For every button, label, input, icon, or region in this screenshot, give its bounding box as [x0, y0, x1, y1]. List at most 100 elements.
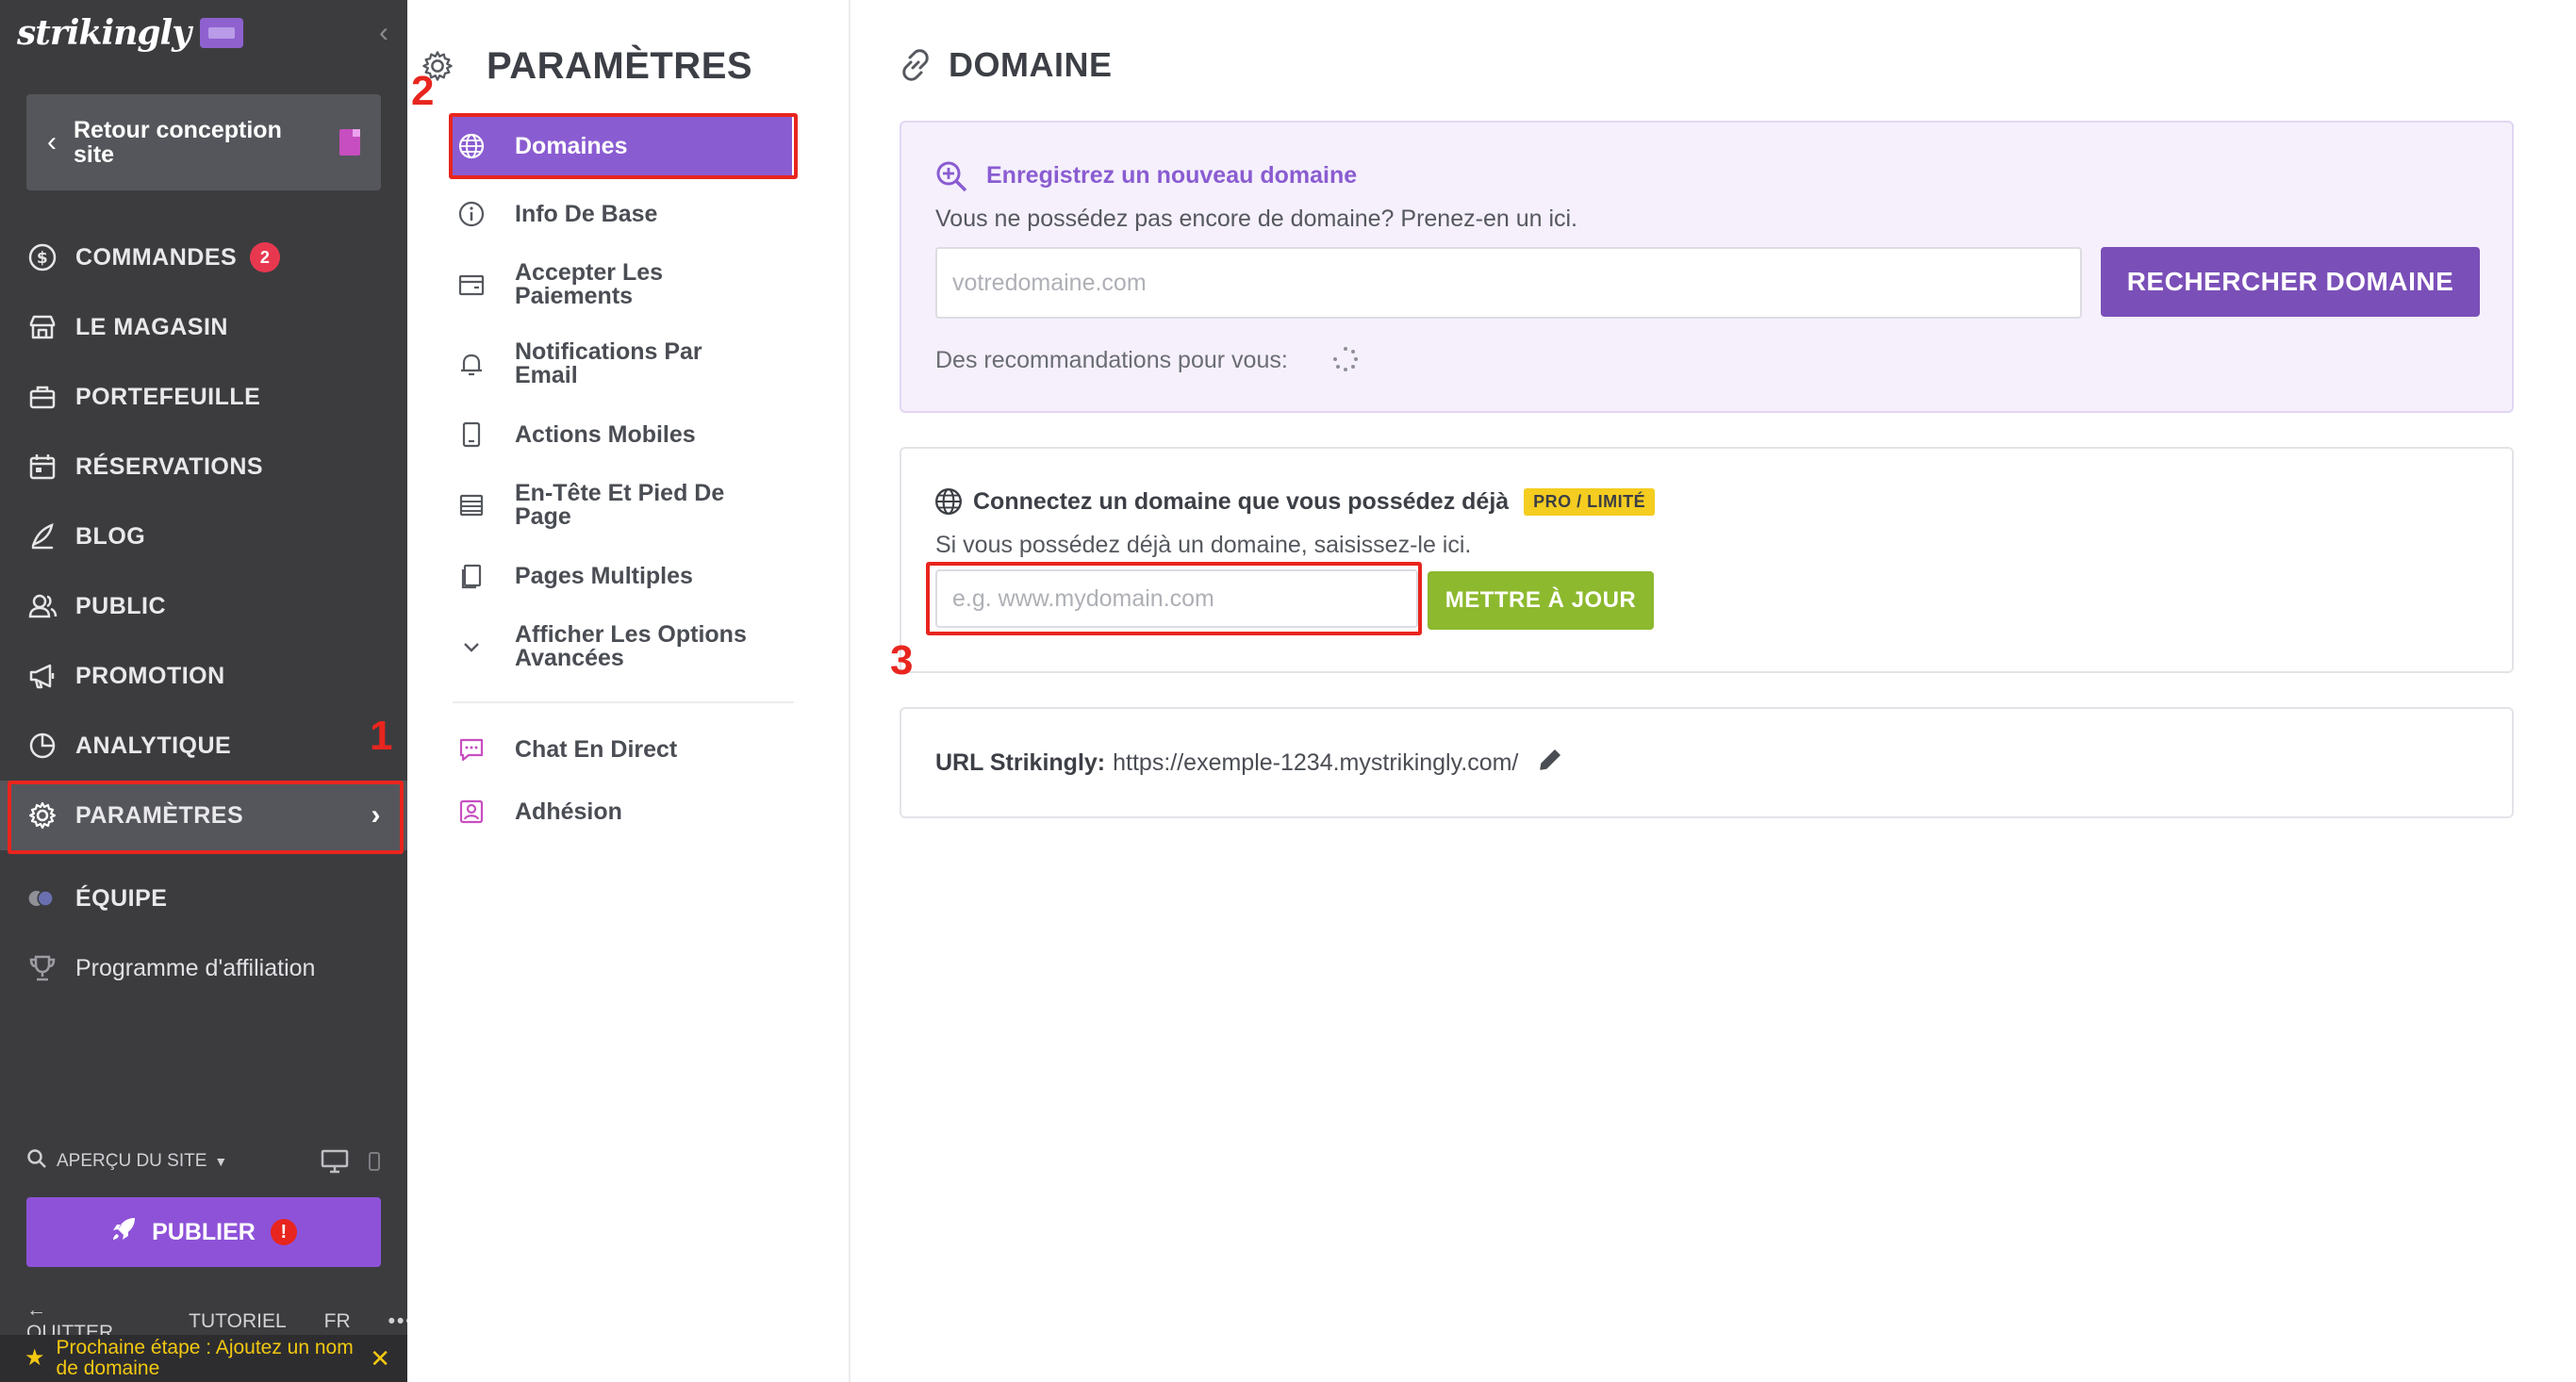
publish-label: PUBLIER: [152, 1218, 256, 1245]
sidebar-item-equipe[interactable]: ÉQUIPE: [0, 864, 407, 933]
subnav-item-label: Afficher Les Options Avancées: [515, 621, 747, 671]
strikingly-logo[interactable]: strikingly: [17, 13, 244, 53]
strikingly-url-row: URL Strikingly: https://exemple-1234.mys…: [935, 747, 1563, 780]
desktop-icon[interactable]: [321, 1149, 349, 1174]
trophy-icon: [26, 952, 58, 984]
layout-icon: [453, 491, 490, 519]
subnav-item-paiements[interactable]: Accepter Les Paiements: [453, 245, 792, 324]
connect-heading: Connectez un domaine que vous possédez d…: [973, 488, 1510, 515]
publish-button[interactable]: PUBLIER !: [26, 1197, 381, 1267]
connect-heading-row: Connectez un domaine que vous possédez d…: [973, 488, 1656, 516]
chevron-down-icon: [453, 633, 490, 661]
subnav-item-adhesion[interactable]: Adhésion: [453, 781, 792, 843]
tablet-icon: [453, 420, 490, 449]
subnav-item-label: Accepter Les Paiements: [515, 259, 664, 309]
sidebar-item-label: COMMANDES: [75, 243, 238, 271]
settings-subnav-list: Domaines Info De Base Accepter Les Paiem…: [453, 117, 794, 843]
pro-limited-badge: PRO / LIMITÉ: [1524, 488, 1656, 516]
register-heading: Enregistrez un nouveau domaine: [986, 162, 1358, 189]
caret-down-icon: ▼: [214, 1154, 228, 1169]
tutorial-link[interactable]: TUTORIEL: [189, 1310, 286, 1333]
subnav-item-label: Actions Mobiles: [515, 420, 696, 448]
collapse-sidebar-icon[interactable]: ‹: [379, 17, 388, 49]
subnav-item-label: Notifications Par Email: [515, 338, 702, 388]
close-icon[interactable]: ✕: [370, 1346, 390, 1371]
sidebar-item-portefeuille[interactable]: PORTEFEUILLE: [0, 362, 407, 432]
sidebar-item-blog[interactable]: BLOG: [0, 502, 407, 571]
device-toggle: [321, 1149, 381, 1174]
next-step-text: Prochaine étape : Ajoutez un nom de doma…: [56, 1337, 354, 1379]
annotation-callout-1: 1: [370, 713, 393, 759]
main-content: DOMAINE Enregistrez un nouveau domaine V…: [850, 0, 2576, 1382]
subnav-divider: [453, 701, 794, 703]
document-icon: [339, 129, 360, 156]
sidebar-item-label: RÉSERVATIONS: [75, 452, 264, 480]
url-value: https://exemple-1234.mystrikingly.com/: [1113, 749, 1519, 776]
connect-subtext: Si vous possédez déjà un domaine, saisis…: [935, 532, 1472, 558]
calendar-icon: [26, 451, 58, 483]
settings-subnav: PARAMÈTRES Domaines Info De Base Accepte…: [407, 0, 850, 1382]
megaphone-icon: [26, 660, 58, 692]
users-icon: [26, 590, 58, 622]
register-domain-card: Enregistrez un nouveau domaine Vous ne p…: [900, 121, 2514, 413]
logo-text: strikingly: [17, 13, 191, 53]
back-to-design-label: Retour conception site: [74, 117, 282, 168]
site-preview-dropdown[interactable]: APERÇU DU SITE: [57, 1151, 206, 1172]
search-plus-icon: [933, 158, 969, 199]
sidebar-item-magasin[interactable]: LE MAGASIN: [0, 292, 407, 362]
pen-icon: [26, 520, 58, 552]
sidebar-item-label: PUBLIC: [75, 592, 167, 619]
sidebar-item-label: ÉQUIPE: [75, 884, 168, 912]
edit-pencil-icon[interactable]: [1537, 747, 1563, 780]
publish-alert-icon: !: [270, 1219, 297, 1245]
update-domain-button[interactable]: METTRE À JOUR: [1428, 571, 1654, 630]
subnav-item-pages[interactable]: Pages Multiples: [453, 545, 792, 607]
link-icon: [898, 47, 933, 88]
team-avatars-icon: [26, 882, 58, 914]
loading-spinner-icon: [1331, 345, 1360, 378]
sidebar-item-promotion[interactable]: PROMOTION: [0, 641, 407, 711]
rocket-icon: [110, 1216, 137, 1249]
pie-chart-icon: [26, 730, 58, 762]
subnav-item-mobile[interactable]: Actions Mobiles: [453, 403, 792, 466]
domain-search-input[interactable]: votredomaine.com: [935, 247, 2082, 319]
settings-title-text: PARAMÈTRES: [487, 45, 753, 87]
subnav-item-label: En-Tête Et Pied De Page: [515, 480, 725, 530]
subnav-item-info[interactable]: Info De Base: [453, 183, 792, 245]
sidebar-item-label: LE MAGASIN: [75, 313, 228, 340]
subnav-item-label: Pages Multiples: [515, 562, 693, 589]
sidebar-nav: $ COMMANDES 2 LE MAGASIN PORTEFEUILLE RÉ…: [0, 222, 407, 1003]
annotation-callout-2: 2: [411, 68, 435, 114]
subnav-item-advanced[interactable]: Afficher Les Options Avancées: [453, 607, 792, 686]
sidebar-item-analytique[interactable]: ANALYTIQUE: [0, 711, 407, 781]
back-to-design-button[interactable]: ‹ Retour conception site: [26, 94, 381, 190]
info-icon: [453, 200, 490, 228]
subnav-item-notifications[interactable]: Notifications Par Email: [453, 324, 792, 403]
star-icon: ★: [25, 1345, 45, 1371]
orders-count-badge: 2: [250, 242, 281, 272]
subnav-item-label: Info De Base: [515, 200, 658, 227]
subnav-item-chat[interactable]: Chat En Direct: [453, 718, 792, 781]
domain-title: DOMAINE: [949, 45, 1113, 84]
annotation-box-domain-input: [926, 562, 1422, 635]
sidebar-item-affiliation[interactable]: Programme d'affiliation: [0, 933, 407, 1003]
connect-domain-card: Connectez un domaine que vous possédez d…: [900, 447, 2514, 673]
store-icon: [26, 311, 58, 343]
subnav-item-label: Chat En Direct: [515, 735, 678, 763]
register-subtext: Vous ne possédez pas encore de domaine? …: [935, 206, 1578, 232]
next-step-banner[interactable]: ★ Prochaine étape : Ajoutez un nom de do…: [0, 1335, 407, 1382]
sidebar-item-reservations[interactable]: RÉSERVATIONS: [0, 432, 407, 502]
settings-title: PARAMÈTRES: [422, 45, 753, 88]
member-icon: [453, 798, 490, 826]
left-sidebar: strikingly ‹ ‹ Retour conception site $ …: [0, 0, 413, 1382]
search-domain-button[interactable]: RECHERCHER DOMAINE: [2101, 247, 2480, 317]
sidebar-item-commandes[interactable]: $ COMMANDES 2: [0, 222, 407, 292]
language-selector[interactable]: FR: [324, 1310, 351, 1333]
annotation-box-parametres: [8, 781, 404, 854]
chat-icon: [453, 735, 490, 764]
sidebar-item-public[interactable]: PUBLIC: [0, 571, 407, 641]
wallet-icon: [453, 271, 490, 299]
sidebar-item-label: PORTEFEUILLE: [75, 383, 261, 410]
mobile-icon[interactable]: [368, 1151, 381, 1172]
subnav-item-header-footer[interactable]: En-Tête Et Pied De Page: [453, 466, 792, 545]
